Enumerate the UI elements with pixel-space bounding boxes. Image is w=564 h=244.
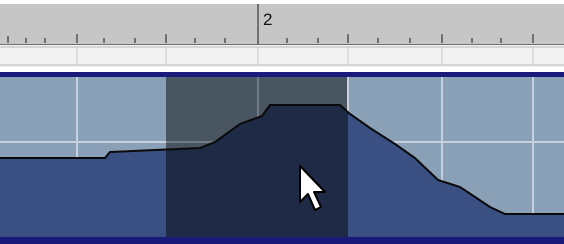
lane-bottom-border <box>0 237 564 244</box>
automation-lane[interactable] <box>0 72 564 244</box>
grid-strip <box>0 45 564 67</box>
lane-top-border <box>0 72 564 77</box>
automation-lane-canvas[interactable] <box>0 72 564 244</box>
ruler-bar-label: 2 <box>263 10 273 29</box>
ruler-ticks <box>7 4 534 44</box>
grid-strip-lines <box>0 46 564 66</box>
timeline-ruler[interactable]: 2 <box>0 4 564 45</box>
arrow-cursor-icon <box>299 165 326 211</box>
automation-editor: 2 <box>0 0 564 244</box>
tick-group <box>7 34 534 43</box>
